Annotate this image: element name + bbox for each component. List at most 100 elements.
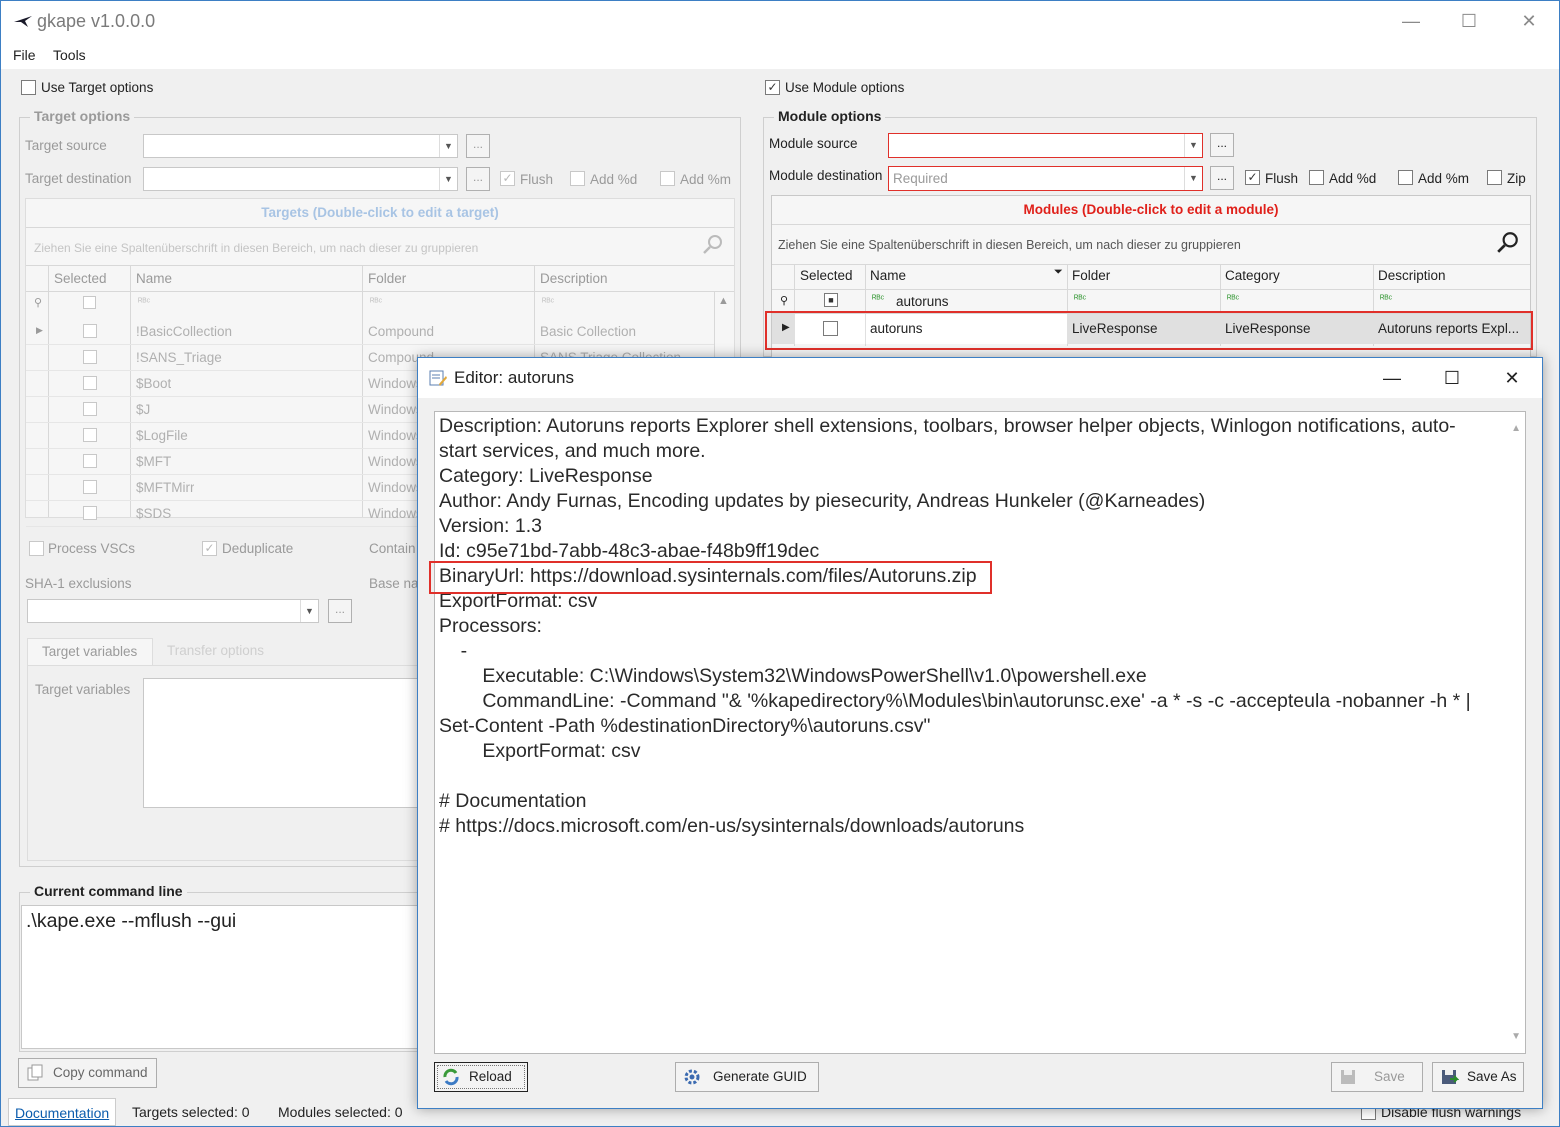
targets-filter-selected[interactable] [83, 296, 96, 309]
save-button[interactable]: Save [1331, 1062, 1423, 1092]
maximize-button[interactable]: ☐ [1449, 9, 1489, 33]
scroll-down-icon[interactable]: ▼ [1511, 1024, 1521, 1049]
module-zip-checkbox[interactable] [1487, 170, 1502, 185]
menu-bar: File Tools [1, 41, 1559, 69]
editor-line: CommandLine: -Command "& '%kapedirectory… [439, 690, 1471, 712]
target-row-name: $MFTMirr [136, 480, 195, 495]
target-row-folder: Compound [368, 324, 435, 339]
command-line-text[interactable]: .\kape.exe --mflush --gui [21, 905, 429, 1049]
editor-line: Category: LiveResponse [439, 465, 653, 487]
copy-command-button[interactable]: Copy command [18, 1058, 157, 1088]
module-flush-checkbox[interactable]: ✓ [1245, 170, 1260, 185]
module-flush-label: Flush [1265, 171, 1299, 186]
scroll-up-icon[interactable]: ▲ [1511, 416, 1521, 441]
modules-col-folder[interactable]: Folder [1072, 268, 1110, 283]
module-add-m-checkbox[interactable] [1398, 170, 1413, 185]
module-destination-placeholder: Required [893, 171, 948, 186]
reload-button[interactable]: Reload [434, 1062, 528, 1092]
editor-close-button[interactable]: ✕ [1492, 366, 1532, 390]
target-destination-browse-button[interactable]: ... [466, 167, 490, 191]
sha1-exclusions-label: SHA-1 exclusions [25, 576, 132, 591]
save-label: Save [1374, 1069, 1405, 1084]
generate-guid-button[interactable]: Generate GUID [675, 1062, 819, 1092]
target-row-name: !BasicCollection [136, 324, 233, 339]
modules-col-name[interactable]: Name [870, 268, 906, 283]
filter-text-icon: ᴿᴮᶜ [872, 294, 885, 305]
process-vscs-checkbox[interactable] [29, 541, 44, 556]
row-indicator-icon: ▶ [36, 325, 43, 335]
filter-funnel-icon[interactable]: ⏷ [1054, 266, 1063, 279]
editor-title-bar: Editor: autoruns — ☐ ✕ [418, 358, 1542, 398]
module-add-m-label: Add %m [1418, 171, 1470, 186]
sha1-browse-button[interactable]: ... [328, 599, 352, 623]
module-add-d-checkbox[interactable] [1309, 170, 1324, 185]
module-row-highlight [765, 311, 1533, 350]
modules-filter-selected[interactable]: ■ [824, 293, 838, 307]
target-add-m-checkbox[interactable] [660, 171, 675, 186]
target-row-name: $SDS [136, 506, 172, 521]
target-row-checkbox[interactable] [83, 480, 97, 494]
target-row-checkbox[interactable] [83, 428, 97, 442]
target-add-m-label: Add %m [680, 172, 732, 187]
target-row-checkbox[interactable] [83, 454, 97, 468]
editor-icon [429, 370, 447, 386]
target-variables-input[interactable] [143, 678, 427, 808]
target-flush-checkbox[interactable]: ✓ [500, 171, 515, 186]
modules-filter-name[interactable]: autoruns [896, 294, 949, 309]
target-destination-label: Target destination [25, 171, 132, 186]
save-as-button[interactable]: Save As [1432, 1062, 1524, 1092]
target-add-d-checkbox[interactable] [570, 171, 585, 186]
editor-line: Executable: C:\Windows\System32\WindowsP… [439, 665, 1147, 687]
editor-line: Processors: [439, 615, 542, 637]
module-source-label: Module source [769, 136, 858, 151]
module-source-input[interactable]: ▼ [888, 133, 1203, 158]
editor-text-area[interactable]: Description: Autoruns reports Explorer s… [434, 411, 1526, 1054]
gear-icon [684, 1069, 700, 1085]
target-row-checkbox[interactable] [83, 506, 97, 520]
target-row-checkbox[interactable] [83, 376, 97, 390]
editor-dialog: Editor: autoruns — ☐ ✕ Description: Auto… [417, 357, 1543, 1109]
targets-col-folder[interactable]: Folder [368, 271, 406, 286]
filter-pin-icon: ⚲ [780, 295, 789, 307]
modules-col-selected[interactable]: Selected [800, 268, 853, 283]
targets-col-selected[interactable]: Selected [54, 271, 107, 286]
module-source-browse-button[interactable]: ... [1210, 133, 1234, 157]
search-icon[interactable] [702, 233, 724, 255]
use-module-options-checkbox[interactable]: ✓ [765, 80, 780, 95]
close-button[interactable]: ✕ [1509, 9, 1549, 33]
scroll-up-icon[interactable]: ▲ [718, 295, 729, 307]
menu-file[interactable]: File [13, 47, 36, 63]
target-row-checkbox[interactable] [83, 402, 97, 416]
target-source-input[interactable]: ▼ [143, 134, 458, 158]
modules-col-description[interactable]: Description [1378, 268, 1446, 283]
tab-transfer-options[interactable]: Transfer options [167, 643, 264, 658]
use-target-options-checkbox[interactable] [21, 80, 36, 95]
target-row-name: $J [136, 402, 151, 417]
menu-tools[interactable]: Tools [53, 47, 86, 63]
module-destination-browse-button[interactable]: ... [1210, 166, 1234, 190]
modules-col-category[interactable]: Category [1225, 268, 1280, 283]
title-bar: gkape v1.0.0.0 — ☐ ✕ [1, 1, 1559, 41]
target-row-description: Basic Collection [540, 324, 637, 339]
minimize-button[interactable]: — [1391, 9, 1431, 33]
target-row-checkbox[interactable] [83, 324, 97, 338]
search-icon[interactable] [1496, 230, 1520, 254]
sha1-exclusions-input[interactable]: ▼ [27, 599, 319, 623]
documentation-link[interactable]: Documentation [15, 1105, 109, 1121]
module-destination-input[interactable]: Required ▼ [888, 166, 1203, 191]
editor-maximize-button[interactable]: ☐ [1432, 366, 1472, 390]
target-source-browse-button[interactable]: ... [466, 134, 490, 158]
targets-col-name[interactable]: Name [136, 271, 172, 286]
use-target-options-label: Use Target options [41, 80, 154, 95]
target-destination-input[interactable]: ▼ [143, 167, 458, 191]
filter-text-icon: ᴿᴮᶜ [1380, 294, 1393, 305]
targets-col-description[interactable]: Description [540, 271, 608, 286]
reload-icon [443, 1068, 459, 1086]
target-flush-label: Flush [520, 172, 554, 187]
table-row[interactable]: ▶ !BasicCollection Compound Basic Collectio… [26, 319, 714, 345]
tab-target-variables[interactable]: Target variables [27, 638, 153, 666]
editor-minimize-button[interactable]: — [1372, 366, 1412, 390]
target-row-checkbox[interactable] [83, 350, 97, 364]
filter-pin-icon: ⚲ [34, 297, 43, 309]
deduplicate-checkbox[interactable]: ✓ [202, 541, 217, 556]
